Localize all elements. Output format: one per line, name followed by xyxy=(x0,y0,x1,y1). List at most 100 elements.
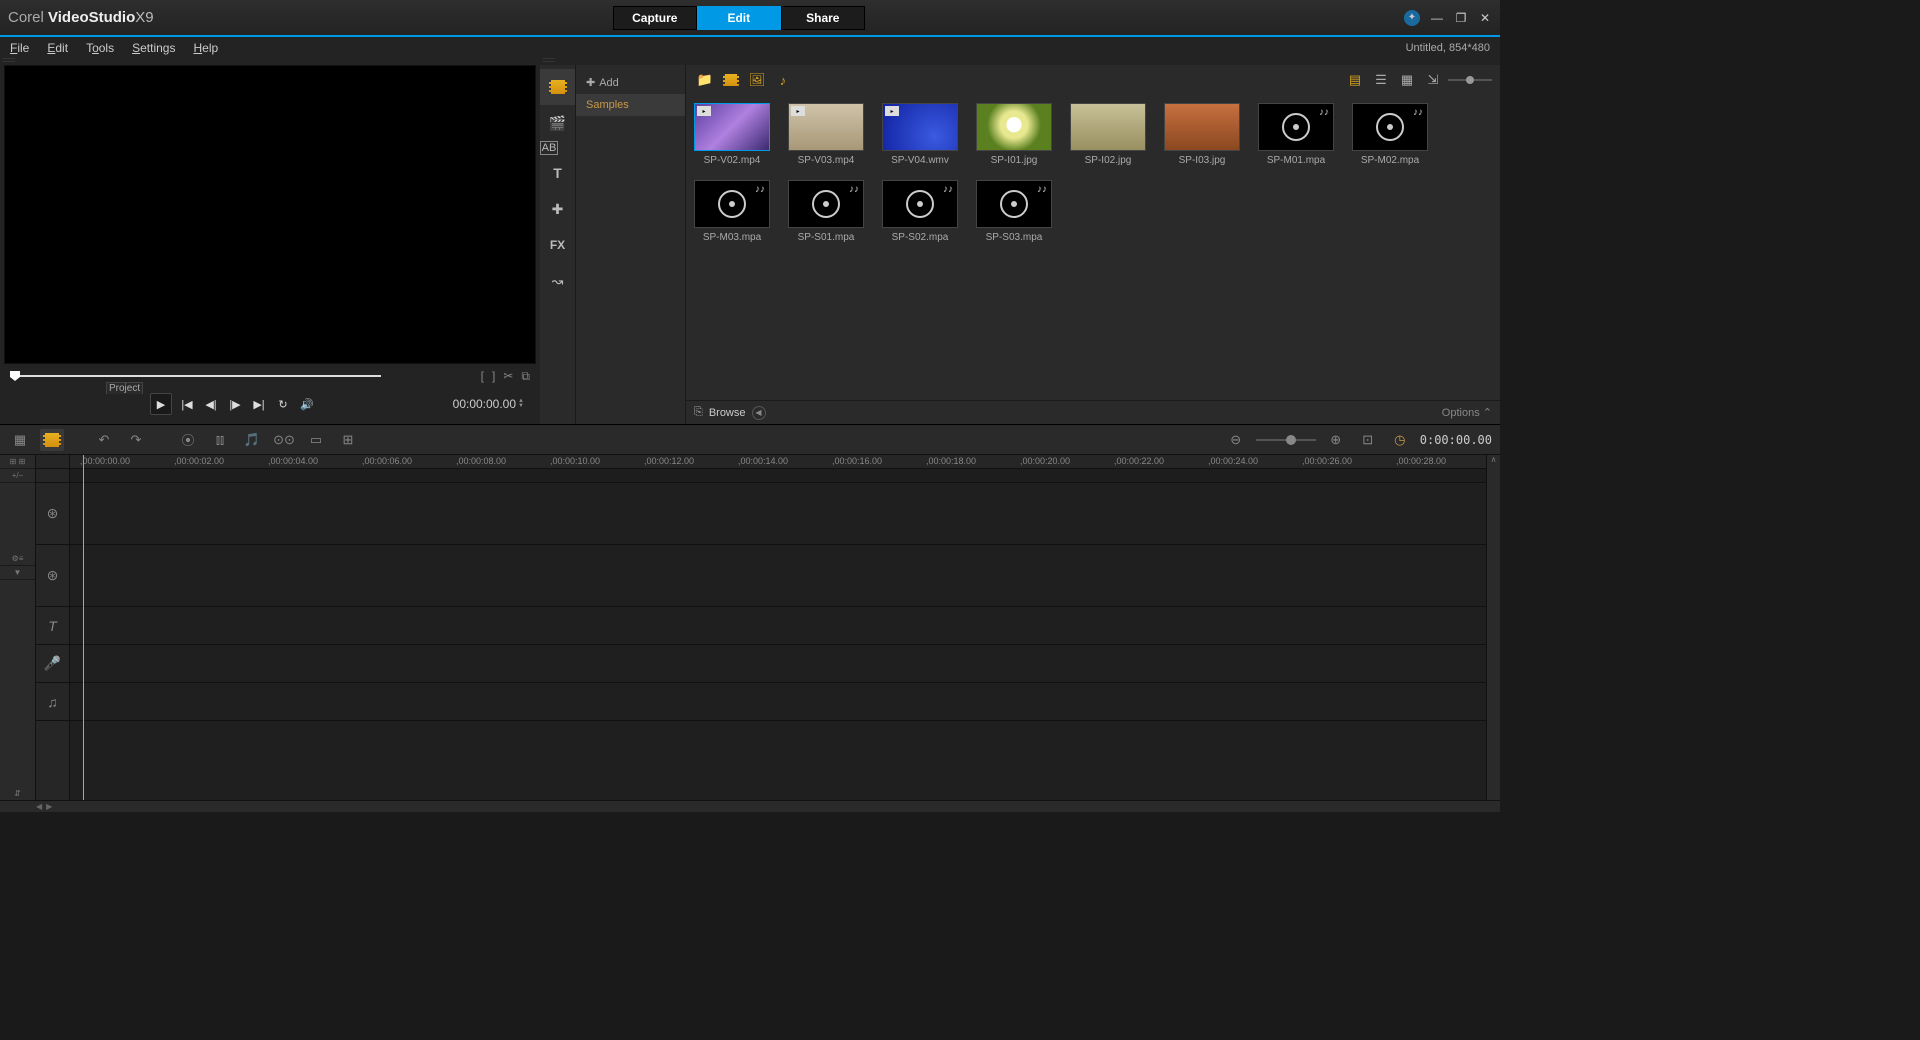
library-item[interactable]: ♪♪SP-S01.mpa xyxy=(788,180,864,243)
tab-capture[interactable]: Capture xyxy=(613,6,697,30)
filter-video-icon[interactable] xyxy=(720,70,742,90)
snapshot-icon[interactable]: ⧉ xyxy=(521,369,530,384)
library-item[interactable]: SP-I01.jpg xyxy=(976,103,1052,166)
tree-add[interactable]: ✚Add xyxy=(576,71,685,94)
browse-icon[interactable]: ⎘ xyxy=(694,406,703,419)
library-item[interactable]: ♪♪SP-S03.mpa xyxy=(976,180,1052,243)
mark-in-icon[interactable]: [ xyxy=(481,369,484,384)
title-track-icon[interactable]: T xyxy=(36,607,69,645)
video-track-icon[interactable]: ⊛ xyxy=(36,483,69,545)
collapse-tree-icon[interactable]: ◀ xyxy=(752,406,766,420)
play-button[interactable]: ▶ xyxy=(150,393,172,415)
cat-graphic[interactable]: ✚ xyxy=(540,191,575,227)
browse-button[interactable]: Browse xyxy=(709,407,746,419)
library-item[interactable]: ♪♪SP-S02.mpa xyxy=(882,180,958,243)
menu-tools[interactable]: Tools xyxy=(86,41,114,55)
view-grid-icon[interactable]: ▦ xyxy=(1396,70,1418,90)
track-manager-icon[interactable]: ⚙≡ xyxy=(0,552,35,566)
music-track[interactable] xyxy=(70,683,1486,721)
library-item[interactable]: ♪♪SP-M02.mpa xyxy=(1352,103,1428,166)
library-item[interactable]: SP-I03.jpg xyxy=(1164,103,1240,166)
tab-edit[interactable]: Edit xyxy=(697,6,781,30)
zoom-in-icon[interactable]: ⊕ xyxy=(1324,429,1348,451)
tab-share[interactable]: Share xyxy=(781,6,865,30)
library-item[interactable]: SP-I02.jpg xyxy=(1070,103,1146,166)
scroll-up-icon[interactable]: ∧ xyxy=(1491,455,1497,469)
preview-scrubber[interactable] xyxy=(10,375,381,377)
view-list-icon[interactable]: ☰ xyxy=(1370,70,1392,90)
video-track[interactable] xyxy=(70,483,1486,545)
timeline-timecode[interactable]: 0:00:00.00 xyxy=(1420,433,1492,447)
voice-track[interactable] xyxy=(70,645,1486,683)
minimize-icon[interactable]: — xyxy=(1430,11,1444,25)
volume-button[interactable]: 🔊 xyxy=(298,395,316,413)
library-item[interactable]: ▸SP-V02.mp4 xyxy=(694,103,770,166)
fit-project-icon[interactable]: ⊡ xyxy=(1356,429,1380,451)
overlay-track[interactable] xyxy=(70,545,1486,607)
multicam-icon[interactable]: ⊞ xyxy=(336,429,360,451)
help-globe-icon[interactable]: ✦ xyxy=(1404,10,1420,26)
lib-settings-icon[interactable]: ⇲ xyxy=(1422,70,1444,90)
timecode-spinner[interactable]: ▲▼ xyxy=(518,399,524,409)
timeline-main[interactable]: ,00:00:00.00,00:00:02.00,00:00:04.00,00:… xyxy=(70,455,1486,800)
cat-title[interactable]: T xyxy=(540,155,575,191)
tree-item-samples[interactable]: Samples xyxy=(576,94,685,116)
library-item[interactable]: ♪♪SP-M03.mpa xyxy=(694,180,770,243)
view-sort-icon[interactable]: ▤ xyxy=(1344,70,1366,90)
auto-music-icon[interactable]: 🎵 xyxy=(240,429,264,451)
import-folder-icon[interactable]: 📁 xyxy=(694,70,716,90)
project-clip-toggle[interactable]: Project xyxy=(106,382,143,394)
undo-icon[interactable]: ↶ xyxy=(92,429,116,451)
record-icon[interactable]: ⦿ xyxy=(176,429,200,451)
prev-frame-button[interactable]: ◀| xyxy=(202,395,220,413)
split-icon[interactable]: ✂ xyxy=(503,369,513,384)
preview-timecode[interactable]: 00:00:00.00 xyxy=(453,397,516,411)
storyboard-view-icon[interactable]: ▦ xyxy=(8,429,32,451)
timeline-playhead[interactable] xyxy=(83,455,84,800)
redo-icon[interactable]: ↷ xyxy=(124,429,148,451)
cat-media[interactable] xyxy=(540,69,575,105)
menu-file[interactable]: File xyxy=(10,41,29,55)
next-frame-button[interactable]: |▶ xyxy=(226,395,244,413)
repeat-button[interactable]: ↻ xyxy=(274,395,292,413)
audio-mixer-icon[interactable]: ⫾⫾ xyxy=(208,429,232,451)
options-button[interactable]: Options ⌃ xyxy=(1442,406,1492,419)
add-track-icon[interactable]: ⇵ xyxy=(0,786,35,800)
scrub-playhead[interactable] xyxy=(10,371,20,381)
preview-viewport[interactable] xyxy=(4,65,536,364)
zoom-out-icon[interactable]: ⊖ xyxy=(1224,429,1248,451)
title-track[interactable] xyxy=(70,607,1486,645)
mark-out-icon[interactable]: ] xyxy=(492,369,495,384)
track-motion-icon[interactable]: ⊙⊙ xyxy=(272,429,296,451)
zoom-slider[interactable] xyxy=(1256,439,1316,441)
timeline-ruler[interactable]: ,00:00:00.00,00:00:02.00,00:00:04.00,00:… xyxy=(70,455,1486,469)
library-item[interactable]: ▸SP-V03.mp4 xyxy=(788,103,864,166)
voice-track-icon[interactable]: 🎤 xyxy=(36,645,69,683)
library-item[interactable]: ♪♪SP-M01.mpa xyxy=(1258,103,1334,166)
expand-tracks-icon[interactable]: ▼ xyxy=(0,566,35,580)
music-track-icon[interactable]: ♫ xyxy=(36,683,69,721)
overlay-track-icon[interactable]: ⊛ xyxy=(36,545,69,607)
menu-settings[interactable]: Settings xyxy=(132,41,175,55)
close-icon[interactable]: ✕ xyxy=(1478,11,1492,25)
cat-path[interactable]: ↝ xyxy=(540,263,575,299)
cat-instant-project[interactable]: 🎬 xyxy=(540,105,575,141)
go-end-button[interactable]: ▶| xyxy=(250,395,268,413)
menu-help[interactable]: Help xyxy=(193,41,218,55)
filter-audio-icon[interactable]: ♪ xyxy=(772,70,794,90)
clock-icon[interactable]: ◷ xyxy=(1388,429,1412,451)
subtitle-icon[interactable]: ▭ xyxy=(304,429,328,451)
cat-filter[interactable]: FX xyxy=(540,227,575,263)
marker-row-icon[interactable]: +/− xyxy=(0,469,35,483)
timeline-view-icon[interactable] xyxy=(40,429,64,451)
thumb-size-slider[interactable] xyxy=(1448,79,1492,81)
menu-edit[interactable]: Edit xyxy=(47,41,68,55)
go-start-button[interactable]: |◀ xyxy=(178,395,196,413)
timeline-scrollbar[interactable]: ◀▶ xyxy=(0,800,1500,812)
track-header-toggle-icon[interactable]: ⊞ ⊞ xyxy=(0,455,35,469)
library-item[interactable]: ▸SP-V04.wmv xyxy=(882,103,958,166)
filter-photo-icon[interactable]: 🖼 xyxy=(746,70,768,90)
restore-icon[interactable]: ❐ xyxy=(1454,11,1468,25)
cat-transition[interactable]: AB xyxy=(540,141,558,155)
marker-strip[interactable] xyxy=(70,469,1486,483)
